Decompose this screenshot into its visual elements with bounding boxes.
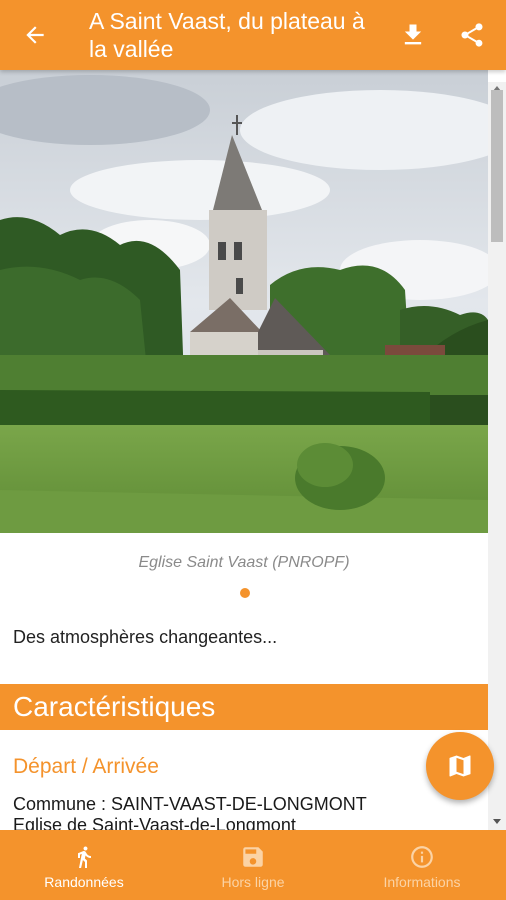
commune-details: Commune : SAINT-VAAST-DE-LONGMONT Eglise… [13, 794, 453, 830]
nav-label-randonnees: Randonnées [44, 874, 124, 890]
intro-text: Des atmosphères changeantes... [13, 627, 278, 647]
save-icon [243, 847, 263, 867]
nav-item-informations[interactable]: Informations [338, 830, 506, 900]
scroll-down-arrow-icon[interactable] [493, 819, 501, 824]
section-header-characteristics: Caractéristiques [0, 684, 488, 730]
download-icon [404, 24, 422, 45]
photo-caption: Eglise Saint Vaast (PNROPF) [138, 554, 350, 571]
scroll-content[interactable]: Eglise Saint Vaast (PNROPF) Des atmosphè… [0, 70, 488, 830]
nav-label-informations: Informations [383, 874, 461, 890]
back-button[interactable] [14, 14, 56, 56]
share-button[interactable] [451, 14, 493, 56]
scrollbar[interactable] [488, 82, 506, 830]
church-landscape-image [0, 70, 488, 533]
info-icon [411, 846, 433, 868]
hike-photo[interactable] [0, 70, 488, 533]
share-icon [461, 23, 483, 47]
hiker-icon [78, 846, 91, 868]
map-fab-button[interactable] [426, 732, 494, 800]
carousel-indicator-dot [240, 588, 250, 598]
map-icon [449, 755, 471, 777]
commune-line: Commune : SAINT-VAAST-DE-LONGMONT [13, 794, 367, 814]
nav-item-randonnees[interactable]: Randonnées [0, 830, 168, 900]
scrollbar-thumb[interactable] [491, 90, 503, 242]
download-button[interactable] [392, 14, 434, 56]
bottom-navigation: Randonnées Hors ligne Informations [0, 830, 506, 900]
nav-item-hors-ligne[interactable]: Hors ligne [169, 830, 337, 900]
nav-label-hors-ligne: Hors ligne [221, 874, 285, 890]
place-line: Eglise de Saint-Vaast-de-Longmont [13, 815, 296, 830]
top-app-bar: A Saint Vaast, du plateau à la vallée [0, 0, 506, 70]
arrow-left-icon [26, 26, 44, 44]
page-title: A Saint Vaast, du plateau à la vallée [89, 8, 365, 62]
start-end-title: Départ / Arrivée [13, 755, 159, 778]
app-screen: A Saint Vaast, du plateau à la vallée Eg… [0, 0, 506, 900]
